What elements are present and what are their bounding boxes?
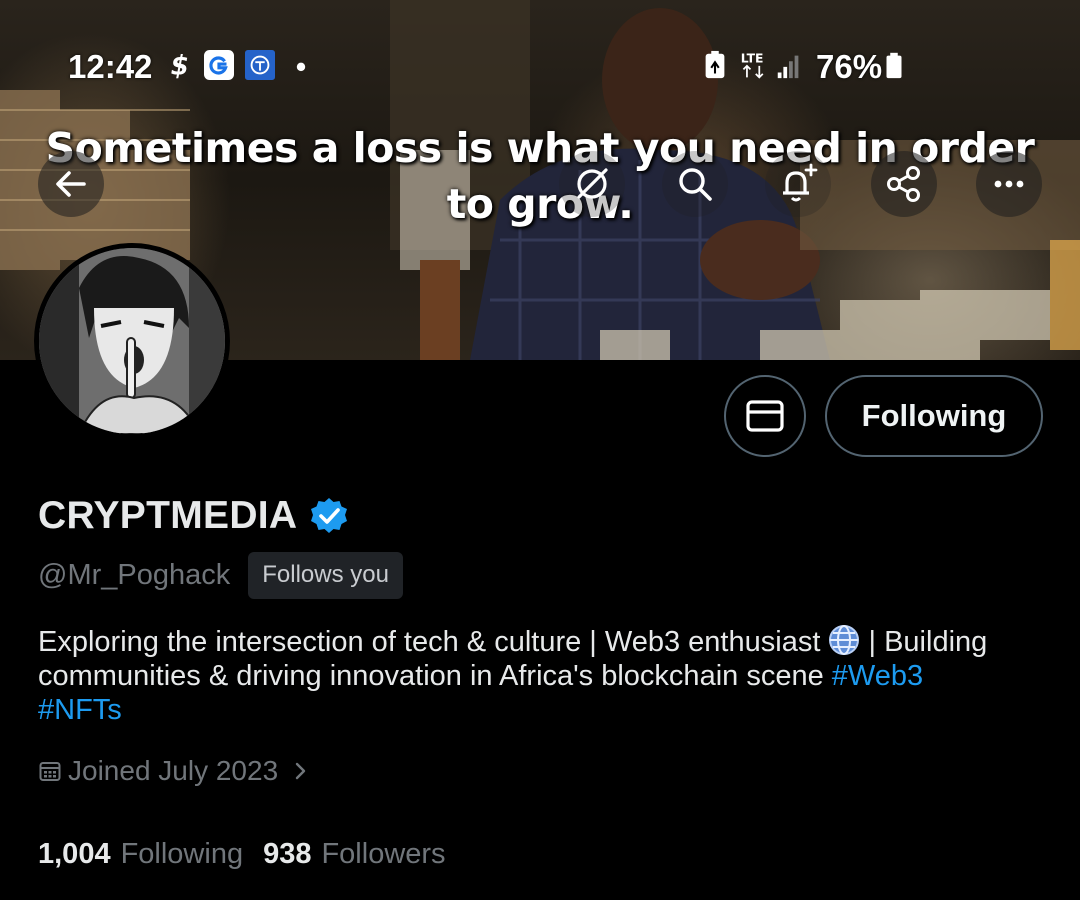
bio-text-1: Exploring the intersection of tech & cul… <box>38 626 829 658</box>
profile-name-row: CRYPTMEDIA <box>38 494 349 538</box>
bell-plus-icon <box>783 163 818 202</box>
search-icon <box>679 168 712 201</box>
profile-avatar[interactable] <box>34 243 230 439</box>
followers-label[interactable]: Followers <box>321 838 445 871</box>
profile-handle: @Mr_Poghack <box>38 559 231 591</box>
chevron-right-icon <box>295 762 306 780</box>
notifications-button[interactable] <box>765 151 831 217</box>
followers-count[interactable]: 938 <box>263 838 311 871</box>
following-count[interactable]: 1,004 <box>38 838 111 871</box>
svg-text:LTE: LTE <box>741 51 764 65</box>
grok-button[interactable] <box>559 151 625 217</box>
battery-saver-icon <box>705 50 725 79</box>
battery-percentage: 76% <box>816 48 883 85</box>
joined-date: Joined July 2023 <box>68 755 279 786</box>
signal-icon <box>777 55 799 79</box>
app-notification-icon <box>245 50 275 80</box>
more-button[interactable] <box>976 151 1042 217</box>
following-button[interactable]: Following <box>825 375 1043 457</box>
follows-you-badge: Follows you <box>248 552 403 599</box>
search-button[interactable] <box>662 151 728 217</box>
verified-badge-icon[interactable] <box>309 496 349 536</box>
more-horizontal-icon <box>994 180 1024 188</box>
globe-emoji-icon <box>829 625 860 655</box>
lte-icon: LTE <box>741 51 764 79</box>
status-bar: 12:42 $ LTE 76% <box>0 44 1080 94</box>
hashtag-nfts-link[interactable]: #NFTs <box>38 694 122 726</box>
following-label[interactable]: Following <box>121 838 244 871</box>
more-notifications-dot-icon <box>296 62 306 72</box>
profile-name: CRYPTMEDIA <box>38 494 298 537</box>
mail-icon <box>746 400 784 432</box>
battery-icon <box>886 52 902 79</box>
follow-stats: 1,004 Following 938 Followers <box>38 838 466 871</box>
joined-date-row[interactable]: Joined July 2023 <box>38 755 318 787</box>
avatar-image <box>39 248 225 434</box>
calendar-icon <box>39 762 61 781</box>
message-button[interactable] <box>724 375 806 457</box>
svg-text:$: $ <box>171 51 189 80</box>
arrow-left-icon <box>56 171 86 197</box>
share-icon <box>887 166 920 202</box>
profile-handle-row: @Mr_Poghack Follows you <box>38 552 403 599</box>
back-button[interactable] <box>38 151 104 217</box>
status-time: 12:42 <box>68 48 153 85</box>
google-app-icon <box>204 50 234 80</box>
hashtag-web3-link[interactable]: #Web3 <box>832 660 923 692</box>
share-button[interactable] <box>871 151 937 217</box>
grok-icon <box>577 168 608 199</box>
cash-app-icon: $ <box>171 51 189 80</box>
profile-bio: Exploring the intersection of tech & cul… <box>38 624 1048 727</box>
